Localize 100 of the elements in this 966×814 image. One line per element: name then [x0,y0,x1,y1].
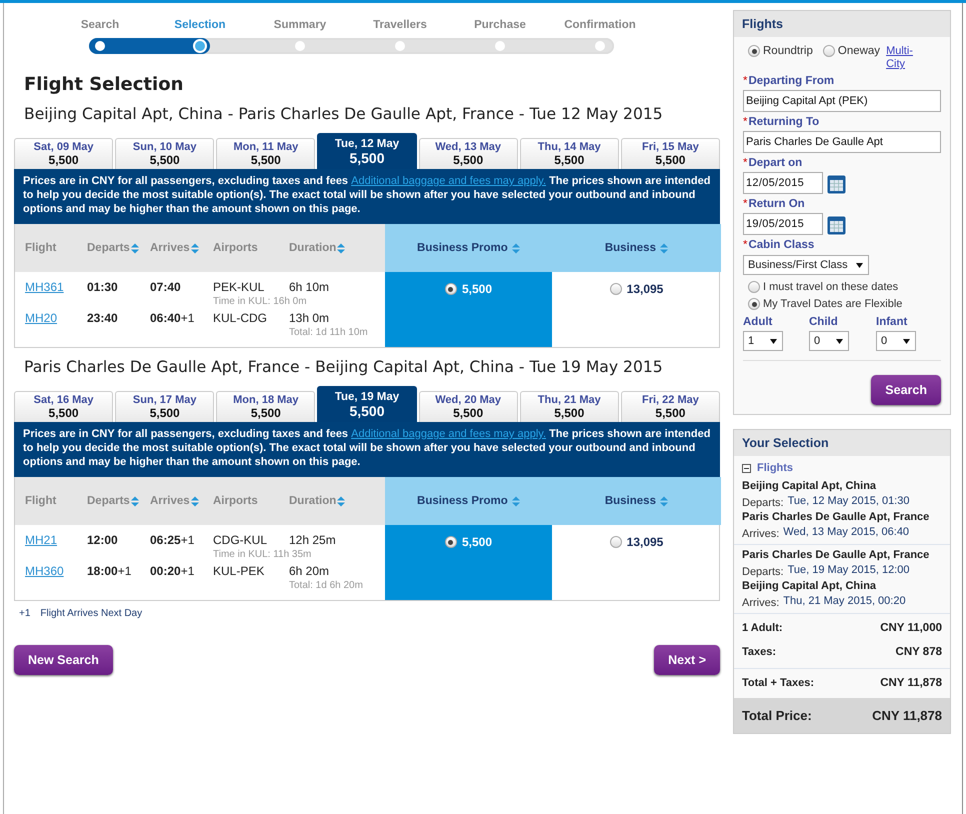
next-button[interactable]: Next > [654,645,720,675]
fare-price: 5,500 [462,535,492,549]
radio-button[interactable] [748,298,760,310]
sort-icon[interactable] [190,242,199,254]
radio-button[interactable] [748,281,760,293]
passenger-select[interactable]: 1 [743,331,783,351]
legend-text: Flight Arrives Next Day [40,608,142,619]
column-header: Business Promo [417,242,508,254]
date-tab[interactable]: Fri, 15 May 5,500 [620,138,720,169]
search-button[interactable]: Search [871,375,941,405]
section-title[interactable]: Flights [757,462,794,474]
column-header: Business Promo [417,495,508,507]
fare-price: 5,500 [462,282,492,296]
date-field[interactable]: 12/05/2015 [743,172,823,194]
column-header: Business [604,242,656,254]
column-header: Departs [87,495,130,507]
baggage-link[interactable]: Additional baggage and fees may apply. [351,428,546,440]
price-label: 1 Adult: [742,622,783,634]
price-value: CNY 11,000 [880,622,942,634]
date-field[interactable]: 19/05/2015 [743,213,823,235]
date-tab[interactable]: Tue, 19 May 5,500 [317,386,417,422]
progress-step: Travellers [373,19,427,31]
date-time: Tue, 12 May 2015, 01:30 [788,495,910,507]
progress-step: Search [80,19,120,31]
duration-text: 13h 0m [289,311,330,325]
route-title: Beijing Capital Apt, China - Paris Charles De Gaulle Apt, France - Tue 12 May 2015 [24,105,664,123]
date-time: Tue, 19 May 2015, 12:00 [788,564,910,576]
dropdown-arrow-icon[interactable] [856,262,863,268]
radio-button[interactable] [444,283,457,295]
airports-text: PEK-KUL [213,280,266,294]
dropdown-arrow-icon[interactable] [770,338,777,344]
price-label: Total Price: [742,708,812,723]
sort-icon[interactable] [130,242,139,254]
sort-icon[interactable] [660,496,668,506]
new-search-button[interactable]: New Search [14,645,113,675]
progress-step: Selection [174,19,226,31]
sort-icon[interactable] [190,496,199,506]
collapse-icon[interactable] [742,464,751,472]
date-tab[interactable]: Fri, 22 May 5,500 [620,391,720,422]
passenger-select[interactable]: 0 [876,331,916,351]
date-tab[interactable]: Wed, 20 May 5,500 [418,391,518,422]
date-tab[interactable]: Mon, 18 May 5,500 [216,391,316,422]
radio-button[interactable] [822,45,835,57]
step-dot [495,41,505,51]
arrival-time: 06:40+1 [150,311,196,325]
dropdown-arrow-icon[interactable] [903,338,910,344]
sort-icon[interactable] [337,496,346,506]
passenger-select[interactable]: 0 [809,331,849,351]
duration-text: 6h 20m [289,564,330,578]
calendar-icon[interactable] [827,216,846,235]
price-label: Total + Taxes: [742,677,814,689]
fare-price: 13,095 [626,535,664,549]
radio-button[interactable] [610,283,622,295]
sort-icon[interactable] [337,242,346,254]
input-field[interactable]: Beijing Capital Apt (PEK) [743,90,941,112]
baggage-link[interactable]: Additional baggage and fees may apply. [351,175,546,187]
date-tab[interactable]: Thu, 21 May 5,500 [520,391,619,422]
field-label: *Return On [743,198,806,210]
multi-city-link[interactable]: Multi-City [886,45,926,71]
column-header: Arrives [150,495,190,507]
sort-icon[interactable] [512,242,520,254]
column-header: Flight [25,242,58,254]
field-label: *Returning To [743,116,820,128]
date-tab[interactable]: Sat, 09 May 5,500 [14,138,114,169]
radio-button[interactable] [610,536,622,548]
flight-link[interactable]: MH21 [25,533,58,547]
date-tab[interactable]: Sat, 16 May 5,500 [14,391,114,422]
departure-time: 01:30 [87,280,119,294]
departure-time: 23:40 [87,311,119,325]
flight-link[interactable]: MH360 [25,564,64,578]
dropdown-arrow-icon[interactable] [836,338,843,344]
sort-icon[interactable] [660,242,668,254]
calendar-icon[interactable] [827,175,846,194]
date-tab[interactable]: Mon, 11 May 5,500 [216,138,316,169]
date-tab[interactable]: Sun, 17 May 5,500 [115,391,214,422]
departure-time: 12:00 [87,533,119,547]
date-tab[interactable]: Thu, 14 May 5,500 [520,138,619,169]
date-tab[interactable]: Wed, 13 May 5,500 [418,138,518,169]
route-title: Paris Charles De Gaulle Apt, France - Beijing Capital Apt, China - Tue 19 May 2015 [24,358,664,376]
step-dot [595,41,605,51]
flight-link[interactable]: MH20 [25,311,58,325]
sort-icon[interactable] [512,496,520,506]
time-label: Departs: [742,566,784,578]
total-duration: Total: 1d 6h 20m [289,579,364,593]
date-tab[interactable]: Tue, 12 May 5,500 [317,133,417,169]
page-title: Flight Selection [24,74,184,95]
input-field[interactable]: Paris Charles De Gaulle Apt [743,131,941,153]
sort-icon[interactable] [130,496,139,506]
radio-button[interactable] [748,45,760,57]
layover-time: Time in KUL: 11h 35m [213,548,312,562]
total-duration: Total: 1d 11h 10m [289,326,369,340]
duration-text: 12h 25m [289,533,337,547]
layover-time: Time in KUL: 16h 0m [213,295,308,309]
time-label: Arrives: [742,528,780,540]
date-tab[interactable]: Sun, 10 May 5,500 [115,138,214,169]
flight-link[interactable]: MH361 [25,280,64,294]
cabin-select[interactable]: Business/First Class [743,255,869,275]
radio-button[interactable] [444,536,457,548]
column-header: Duration [289,495,336,507]
price-value: CNY 878 [896,646,942,658]
